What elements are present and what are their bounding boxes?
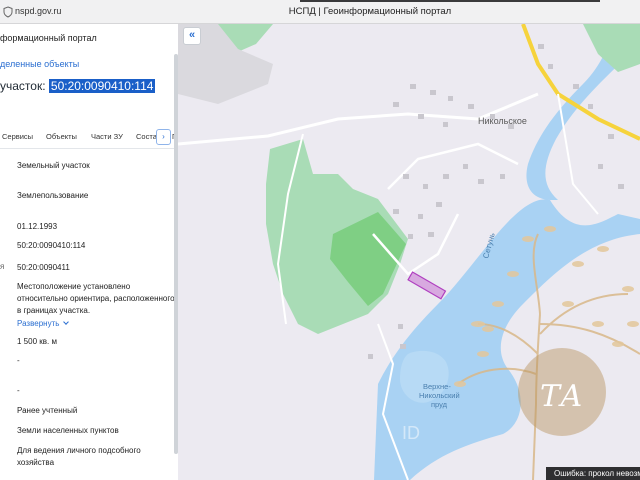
field-location: Местоположение установлено относительно …: [17, 282, 175, 315]
pond-label-3: пруд: [431, 400, 448, 409]
field-object-kind: Землепользование: [17, 191, 89, 200]
parcel-number[interactable]: 50:20:0090410:114: [48, 79, 156, 93]
object-info-panel: формационный портал деленные объекты уча…: [0, 24, 178, 480]
chevron-down-icon: [63, 319, 70, 325]
field-land-category: Земли населенных пунктов: [17, 426, 119, 435]
field-permitted-use: Для ведения личного подсобного хозяйства: [17, 446, 141, 467]
window-tab-strip: [300, 0, 600, 2]
portal-title: формационный портал: [0, 33, 97, 43]
chevron-right-icon[interactable]: ›: [156, 129, 171, 145]
map-view[interactable]: Никольское Сетунь Верхне- Никольский пру…: [178, 24, 640, 480]
tab-services[interactable]: Сервисы: [2, 132, 33, 141]
info-tabs: Сервисы Объекты Части ЗУ Соста › Г: [0, 125, 178, 149]
expand-link[interactable]: Развернуть: [17, 319, 70, 328]
lock-icon: [3, 6, 13, 18]
field-cadastral-quarter: 50:20:0090411: [17, 263, 70, 272]
field-object-type: Земельный участок: [17, 161, 90, 170]
parcel-heading: участок: 50:20:0090410:114: [0, 79, 156, 93]
expand-label: Развернуть: [17, 319, 60, 328]
url-bar[interactable]: nspd.gov.ru: [15, 6, 61, 16]
field-status: Ранее учтенный: [17, 406, 78, 415]
field-empty-1: -: [17, 356, 20, 365]
village-label: Никольское: [478, 116, 527, 126]
pond-label-1: Верхне-: [423, 382, 451, 391]
watermark-id: ID: [402, 423, 420, 443]
road-minor-2: [387, 142, 519, 190]
page-tab-title: НСПД | Геоинформационный портал: [288, 6, 452, 17]
parcel-prefix: участок:: [0, 79, 49, 93]
error-toast: Ошибка: прокол невозмож: [546, 467, 640, 480]
field-quarter-label: я: [0, 262, 5, 271]
field-area: 1 500 кв. м: [17, 337, 57, 346]
selected-objects-link[interactable]: деленные объекты: [0, 59, 79, 69]
field-empty-2: -: [17, 386, 20, 395]
tab-parts[interactable]: Части ЗУ: [91, 132, 123, 141]
double-chevron-left-icon[interactable]: «: [183, 27, 201, 45]
forest-right: [583, 24, 640, 72]
watermark-initials: ТА: [540, 379, 583, 414]
selected-parcel: [407, 271, 447, 300]
tab-objects[interactable]: Объекты: [46, 132, 77, 141]
field-date: 01.12.1993: [17, 222, 58, 231]
browser-toolbar: nspd.gov.ru НСПД | Геоинформационный пор…: [0, 0, 640, 24]
pond-label-2: Никольский: [419, 391, 460, 400]
tab-composition[interactable]: Соста: [136, 132, 157, 141]
field-cadastral-number: 50:20:0090410:114: [17, 241, 86, 250]
map-canvas[interactable]: Никольское Сетунь Верхне- Никольский пру…: [178, 24, 640, 480]
